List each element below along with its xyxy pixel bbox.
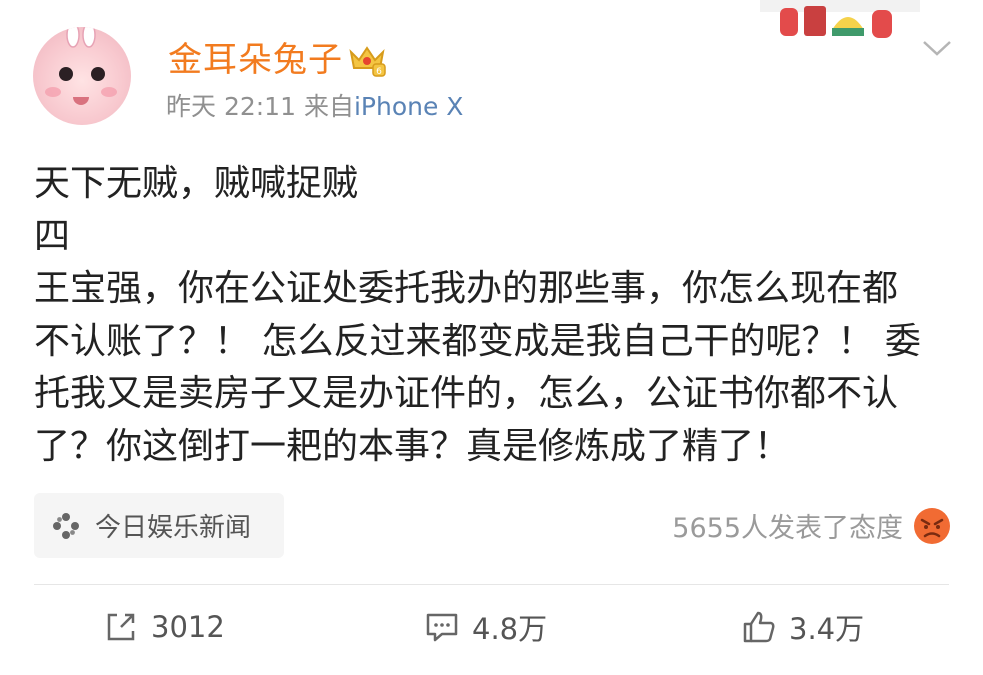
post-text: 天下无贼，贼喊捉贼 四 王宝强，你在公证处委托我办的那些事，你怎么现在都 不认账… [34,158,959,473]
like-button[interactable]: 3.4万 [741,604,864,650]
post-text-line: 四 [34,215,71,257]
avatar-eye [59,67,73,81]
avatar[interactable] [33,27,131,125]
chevron-down-icon[interactable] [920,36,954,60]
crown-vip-icon[interactable]: 6 [347,42,387,78]
reaction-count-text: 5655人发表了态度 [672,513,903,544]
post-text-line: 了？你这倒打一耙的本事？真是修炼成了精了！ [34,425,791,467]
post-source-link[interactable]: iPhone X [354,92,463,121]
repost-icon [107,613,135,641]
comment-icon [426,613,458,642]
pinwheel-icon [53,512,79,539]
post-source-prefix: 来自 [303,92,354,121]
comment-count: 4.8万 [472,612,548,646]
comment-button[interactable]: 4.8万 [424,604,547,650]
username[interactable]: 金耳朵兔子 [168,38,343,82]
repost-button[interactable]: 3012 [103,604,225,650]
svg-text:6: 6 [376,67,382,77]
avatar-eye [91,67,105,81]
holiday-decoration-icon [760,0,920,38]
post-text-line: 不认账了？！ 怎么反过来都变成是我自己干的呢？！ 委 [34,320,921,362]
post-text-line: 托我又是卖房子又是办证件的，怎么，公证书你都不认 [34,373,899,414]
like-count: 3.4万 [789,612,865,646]
post-text-line: 王宝强，你在公证处委托我办的那些事，你怎么现在都 [34,268,899,309]
angry-face-icon [914,507,950,544]
topic-label: 今日娱乐新闻 [95,513,252,543]
avatar-cheek [101,87,117,97]
avatar-cheek [45,87,61,97]
post-text-line: 天下无贼，贼喊捉贼 [34,163,359,204]
thumbs-up-icon [743,611,775,643]
divider [34,584,949,585]
avatar-mouth [73,97,89,105]
bunny-ears-icon [66,27,96,48]
repost-count: 3012 [151,610,225,644]
post-meta: 昨天 22:11 来自iPhone X [166,90,463,124]
topic-chip[interactable]: 今日娱乐新闻 [34,493,284,558]
post-time: 昨天 22:11 [166,92,296,121]
reaction-summary[interactable]: 5655人发表了态度 [672,506,951,545]
